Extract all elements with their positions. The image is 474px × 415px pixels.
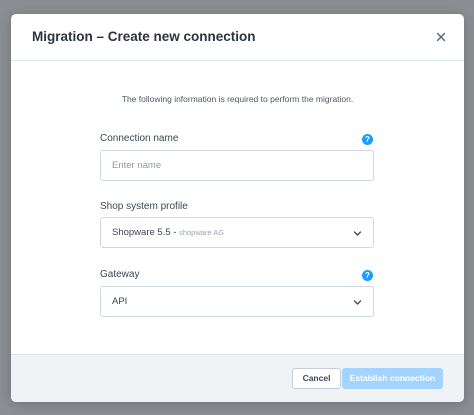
connection-name-input[interactable]	[101, 151, 373, 180]
shop-system-profile-select[interactable]: Shopware 5.5 - shopware AG	[100, 217, 374, 248]
help-icon[interactable]: ?	[362, 270, 373, 281]
close-icon	[436, 32, 446, 42]
gateway-select[interactable]: API	[100, 286, 374, 317]
chevron-down-icon	[353, 298, 362, 307]
cancel-button[interactable]: Cancel	[292, 368, 341, 389]
gateway-label: Gateway	[100, 269, 140, 280]
help-icon[interactable]: ?	[362, 134, 373, 145]
create-connection-modal: Migration – Create new connection The fo…	[11, 14, 464, 402]
modal-header: Migration – Create new connection	[11, 14, 464, 61]
profile-vendor: shopware AG	[179, 228, 225, 237]
shop-system-profile-label: Shop system profile	[100, 201, 188, 212]
close-button[interactable]	[432, 28, 450, 46]
establish-connection-button[interactable]: Establish connection	[342, 368, 443, 389]
chevron-down-icon	[353, 229, 362, 238]
modal-title: Migration – Create new connection	[32, 29, 256, 44]
connection-name-label: Connection name	[100, 133, 179, 144]
modal-footer: Cancel Establish connection	[11, 354, 464, 402]
gateway-value: API	[112, 296, 128, 307]
shop-system-profile-value: Shopware 5.5 - shopware AG	[112, 227, 224, 238]
connection-name-field[interactable]	[100, 150, 374, 181]
profile-name: Shopware 5.5 -	[112, 227, 177, 238]
intro-text: The following information is required to…	[121, 94, 354, 104]
